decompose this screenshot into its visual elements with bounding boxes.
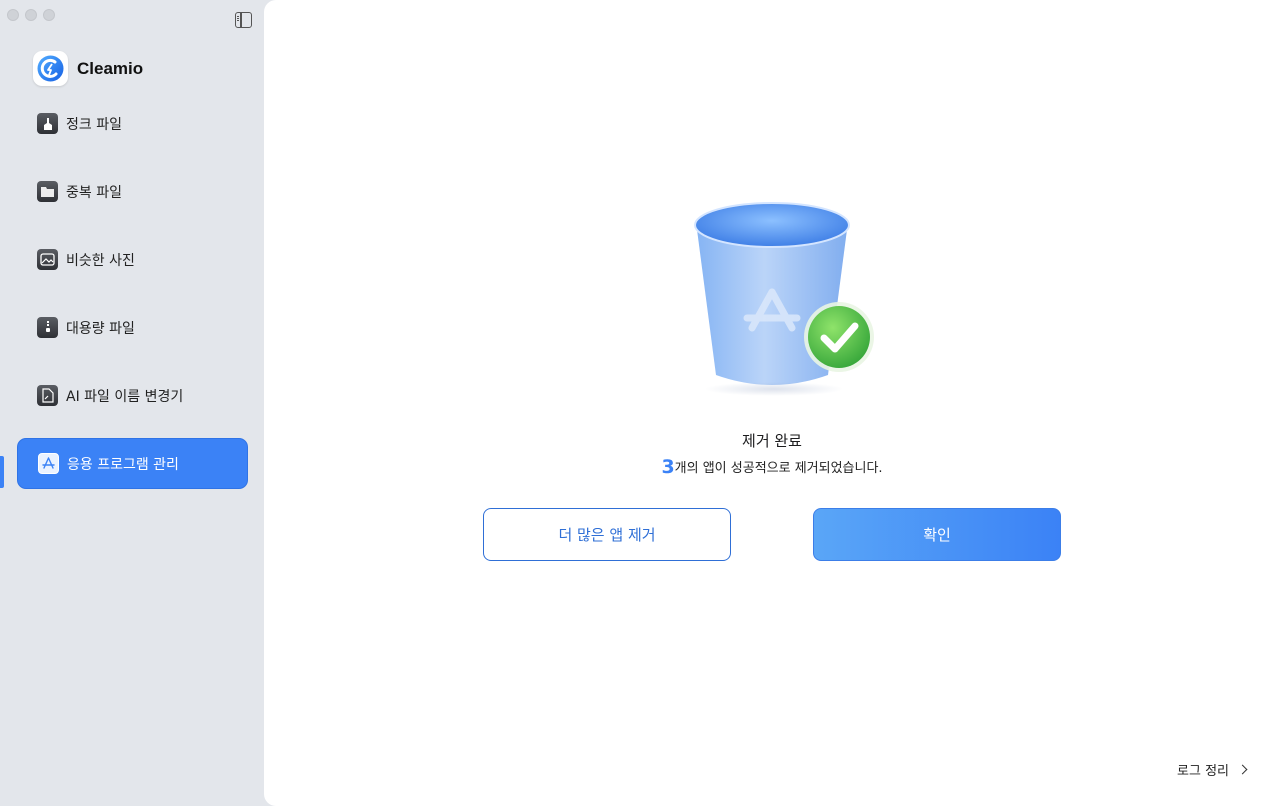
sidebar-item-label: 응용 프로그램 관리 [67,456,179,473]
broom-icon [37,113,58,134]
sidebar-item-junk-files[interactable]: 정크 파일 [17,98,248,149]
sidebar-item-large-files[interactable]: 대용량 파일 [17,302,248,353]
removed-count: 3 [661,456,675,478]
sidebar-item-similar-photos[interactable]: 비슷한 사진 [17,234,248,285]
sidebar-item-duplicate-files[interactable]: 중복 파일 [17,166,248,217]
sidebar-item-app-manager[interactable]: 응용 프로그램 관리 [17,438,248,489]
photo-icon [37,249,58,270]
app-store-icon [38,453,59,474]
active-indicator [0,456,4,488]
trash-bin-icon [694,202,874,385]
sidebar-item-label: AI 파일 이름 변경기 [66,388,184,405]
result-message: 3개의 앱이 성공적으로 제거되었습니다. [264,456,1280,478]
sidebar: Cleamio 정크 파일 중복 파일 비슷한 사진 대용량 파일 AI 파일 … [0,0,264,806]
bin-shadow [704,382,844,396]
sidebar-nav: 정크 파일 중복 파일 비슷한 사진 대용량 파일 AI 파일 이름 변경기 응… [17,98,248,506]
result-message-text: 개의 앱이 성공적으로 제거되었습니다. [674,461,883,476]
remove-more-apps-button[interactable]: 더 많은 앱 제거 [483,508,731,561]
confirm-button[interactable]: 확인 [813,508,1061,561]
app-logo-icon [33,51,68,86]
log-cleanup-label: 로그 정리 [1177,764,1229,779]
chevron-right-icon [1237,764,1248,775]
app-name: Cleamio [77,58,144,78]
sidebar-item-label: 정크 파일 [66,116,122,133]
sidebar-item-label: 중복 파일 [66,184,122,201]
result-title: 제거 완료 [742,432,802,450]
brand: Cleamio [33,51,143,86]
trash-bin-illustration [692,200,882,400]
log-cleanup-link[interactable]: 로그 정리 [1177,760,1248,779]
sidebar-item-label: 대용량 파일 [66,320,135,337]
main-panel: 제거 완료 3개의 앱이 성공적으로 제거되었습니다. 더 많은 앱 제거 확인… [264,0,1280,806]
sidebar-item-label: 비슷한 사진 [66,252,135,269]
document-icon [37,385,58,406]
folder-icon [37,181,58,202]
zip-icon [37,317,58,338]
sidebar-item-ai-file-renamer[interactable]: AI 파일 이름 변경기 [17,370,248,421]
